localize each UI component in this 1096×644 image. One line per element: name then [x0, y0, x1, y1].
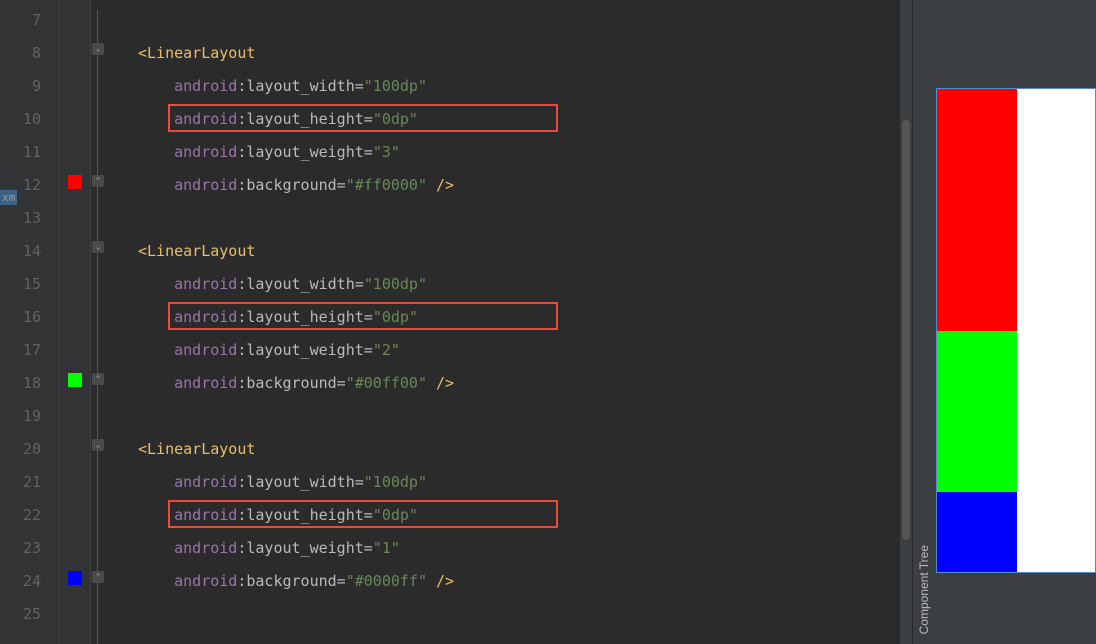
line-number: 11	[0, 136, 59, 169]
preview-panel: Component Tree	[912, 0, 1096, 644]
line-number: 14	[0, 235, 59, 268]
color-swatch-blue[interactable]	[68, 571, 82, 585]
line-number: 22	[0, 499, 59, 532]
color-swatch-green[interactable]	[68, 373, 82, 387]
preview-block-red	[937, 89, 1017, 331]
scroll-thumb[interactable]	[902, 120, 910, 540]
line-number: 18	[0, 367, 59, 400]
marker-column	[60, 0, 90, 644]
line-number: 10	[0, 103, 59, 136]
line-number: 9	[0, 70, 59, 103]
editor-scrollbar[interactable]	[900, 0, 912, 644]
layout-preview[interactable]	[936, 88, 1096, 573]
fold-icon[interactable]: ⌄	[92, 439, 104, 451]
line-number: 15	[0, 268, 59, 301]
xml-tab[interactable]: xm	[0, 190, 17, 205]
line-number: 17	[0, 334, 59, 367]
fold-icon[interactable]: ⌄	[92, 241, 104, 253]
fold-icon[interactable]: ⌄	[92, 43, 104, 55]
line-number: 21	[0, 466, 59, 499]
line-number: 8	[0, 37, 59, 70]
fold-icon[interactable]: ⌃	[92, 373, 104, 385]
fold-icon[interactable]: ⌃	[92, 571, 104, 583]
fold-icon[interactable]: ⌃	[92, 175, 104, 187]
preview-block-green	[937, 331, 1017, 492]
line-number: 7	[0, 4, 59, 37]
line-number: 19	[0, 400, 59, 433]
line-number: 24	[0, 565, 59, 598]
line-number-gutter: 7 8 9 10 11 12 13 14 15 16 17 18 19 20 2…	[0, 0, 60, 644]
line-number: 25	[0, 598, 59, 631]
component-tree-label[interactable]: Component Tree	[913, 535, 935, 644]
fold-column: ⌄ ⌃ ⌄ ⌃ ⌄ ⌃	[90, 0, 108, 644]
preview-block-blue	[937, 492, 1017, 572]
line-number: 20	[0, 433, 59, 466]
line-number: 23	[0, 532, 59, 565]
color-swatch-red[interactable]	[68, 175, 82, 189]
line-number: 16	[0, 301, 59, 334]
line-number: 13	[0, 202, 59, 235]
